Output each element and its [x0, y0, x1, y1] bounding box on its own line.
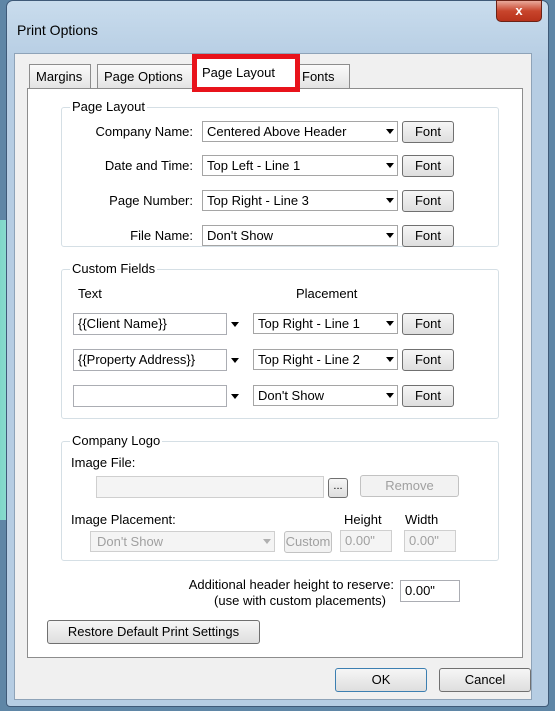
file-name-label: File Name:	[130, 228, 193, 243]
chevron-down-icon	[386, 233, 394, 238]
custom-field-3-font-button[interactable]: Font	[402, 385, 454, 407]
image-placement-value: Don't Show	[97, 534, 164, 549]
width-label: Width	[405, 512, 439, 527]
chevron-down-icon	[386, 129, 394, 134]
custom-field-2-dropdown-icon[interactable]	[231, 358, 239, 363]
date-time-value: Top Left - Line 1	[207, 158, 301, 173]
window-title: Print Options	[17, 22, 98, 38]
close-icon: x	[515, 3, 523, 18]
date-time-font-button[interactable]: Font	[402, 155, 454, 177]
company-name-label: Company Name:	[95, 124, 193, 139]
file-name-value: Don't Show	[207, 228, 274, 243]
page-number-font-button[interactable]: Font	[402, 190, 454, 212]
ok-button[interactable]: OK	[335, 668, 427, 692]
image-file-input[interactable]	[96, 476, 324, 498]
tab-margins[interactable]: Margins	[29, 64, 91, 88]
custom-field-1-font-button[interactable]: Font	[402, 313, 454, 335]
text-column-header: Text	[78, 286, 102, 301]
custom-field-placement-3[interactable]: Don't Show	[253, 385, 398, 406]
browse-button[interactable]: ...	[328, 478, 348, 498]
additional-header-label: Additional header height to reserve:	[188, 577, 394, 592]
chevron-down-icon	[386, 357, 394, 362]
custom-field-2-font-button[interactable]: Font	[402, 349, 454, 371]
close-button[interactable]: x	[496, 0, 542, 22]
file-name-font-button[interactable]: Font	[402, 225, 454, 247]
custom-field-placement-1[interactable]: Top Right - Line 1	[253, 313, 398, 334]
custom-field-placement-2-value: Top Right - Line 2	[258, 352, 360, 367]
company-logo-legend: Company Logo	[70, 433, 163, 448]
page-number-label: Page Number:	[109, 193, 193, 208]
custom-field-placement-2[interactable]: Top Right - Line 2	[253, 349, 398, 370]
custom-field-1-dropdown-icon[interactable]	[231, 322, 239, 327]
page-number-value: Top Right - Line 3	[207, 193, 309, 208]
image-file-label: Image File:	[71, 455, 136, 470]
date-time-select[interactable]: Top Left - Line 1	[202, 155, 398, 176]
page-layout-legend: Page Layout	[70, 99, 148, 114]
chevron-down-icon	[386, 393, 394, 398]
custom-field-text-3[interactable]	[73, 385, 227, 407]
chevron-down-icon	[386, 198, 394, 203]
height-label: Height	[344, 512, 382, 527]
placement-column-header: Placement	[296, 286, 358, 301]
date-time-label: Date and Time:	[104, 158, 193, 173]
company-name-font-button[interactable]: Font	[402, 121, 454, 143]
tab-page-options[interactable]: Page Options	[97, 64, 193, 88]
additional-header-height-input[interactable]: 0.00"	[400, 580, 460, 602]
image-placement-select[interactable]: Don't Show	[90, 531, 275, 552]
custom-field-placement-3-value: Don't Show	[258, 388, 325, 403]
chevron-down-icon	[263, 539, 271, 544]
custom-field-text-2[interactable]: {{Property Address}}	[73, 349, 227, 371]
logo-height-input[interactable]: 0.00"	[340, 530, 392, 552]
additional-header-hint: (use with custom placements)	[214, 593, 386, 608]
custom-field-placement-1-value: Top Right - Line 1	[258, 316, 360, 331]
custom-field-text-1[interactable]: {{Client Name}}	[73, 313, 227, 335]
logo-width-input[interactable]: 0.00"	[404, 530, 456, 552]
file-name-select[interactable]: Don't Show	[202, 225, 398, 246]
custom-placement-button[interactable]: Custom	[284, 531, 332, 553]
chevron-down-icon	[386, 163, 394, 168]
restore-defaults-button[interactable]: Restore Default Print Settings	[47, 620, 260, 644]
chevron-down-icon	[386, 321, 394, 326]
custom-field-3-dropdown-icon[interactable]	[231, 394, 239, 399]
page-layout-panel: Page Layout Company Name: Centered Above…	[27, 88, 523, 658]
remove-logo-button[interactable]: Remove	[360, 475, 459, 497]
cancel-button[interactable]: Cancel	[439, 668, 531, 692]
company-name-select[interactable]: Centered Above Header	[202, 121, 398, 142]
image-placement-label: Image Placement:	[71, 512, 176, 527]
tab-fonts[interactable]: Fonts	[295, 64, 350, 88]
page-number-select[interactable]: Top Right - Line 3	[202, 190, 398, 211]
company-name-value: Centered Above Header	[207, 124, 347, 139]
tab-page-layout[interactable]: Page Layout	[192, 54, 300, 92]
custom-fields-legend: Custom Fields	[70, 261, 158, 276]
